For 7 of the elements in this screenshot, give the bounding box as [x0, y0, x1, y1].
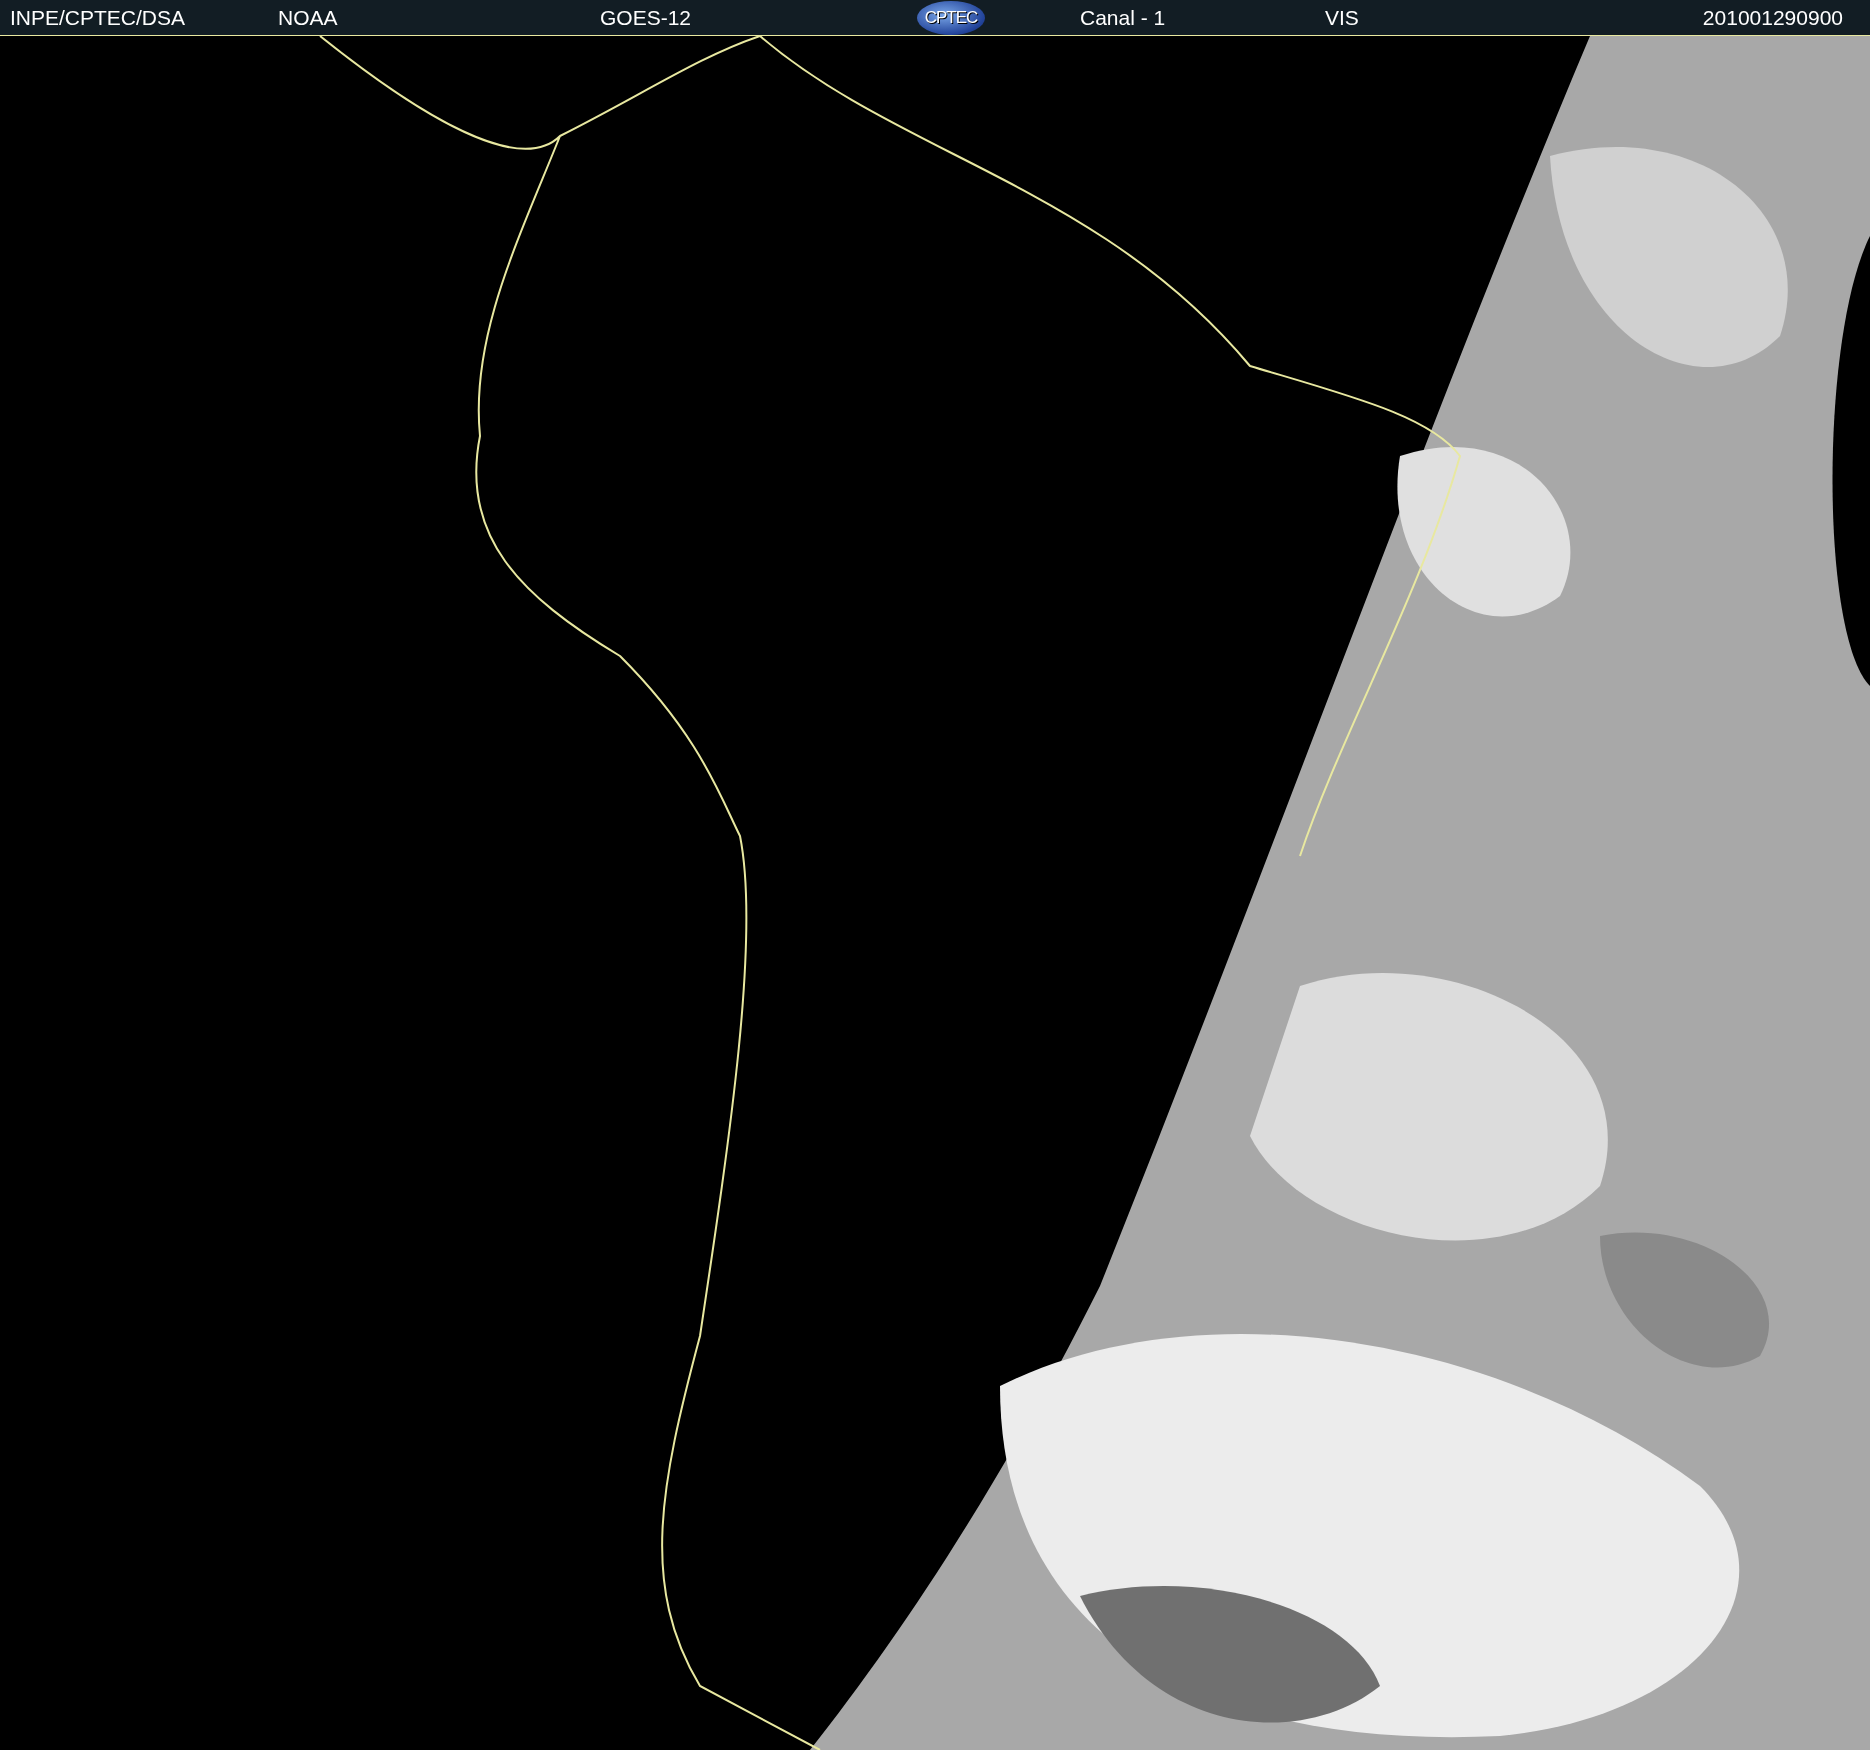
header-label: GOES-12 — [600, 5, 692, 30]
header-label: Canal - 1 — [1080, 5, 1166, 30]
header-label: VIS — [1325, 5, 1359, 30]
logo: CPTEC — [917, 0, 985, 35]
header-label: NOAA — [278, 5, 338, 30]
header-label: INPE/CPTEC/DSA — [10, 5, 186, 30]
header-label: 201001290900 — [1702, 5, 1843, 30]
